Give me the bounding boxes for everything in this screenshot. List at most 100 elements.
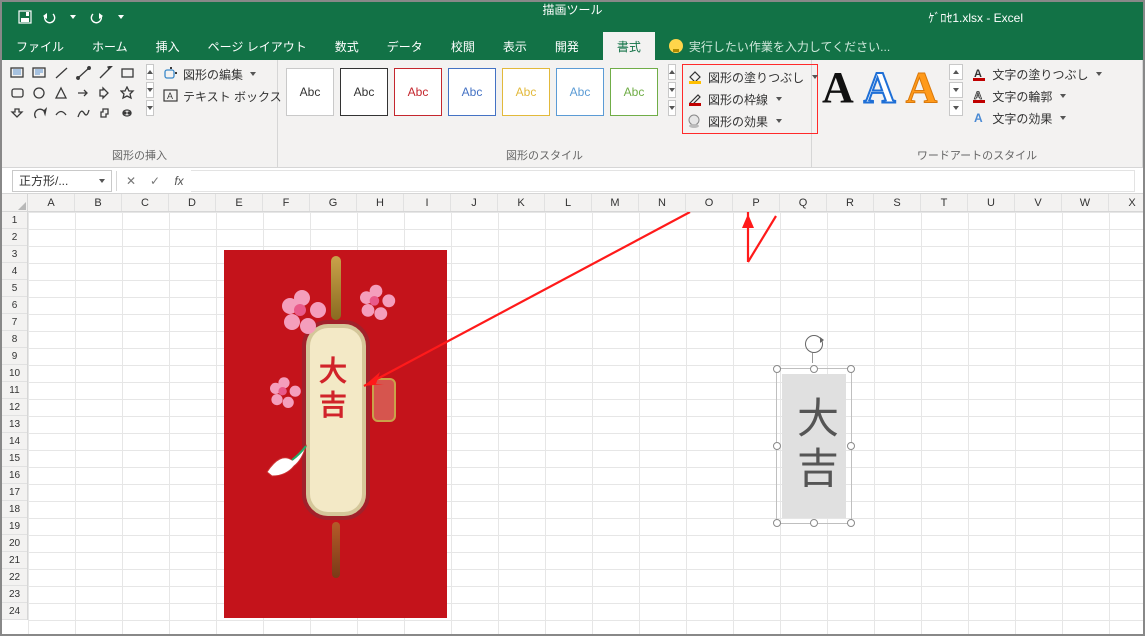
enter-button[interactable]: ✓ [143, 170, 167, 192]
undo-button[interactable] [38, 6, 60, 28]
row-header[interactable]: 13 [2, 416, 27, 433]
wordart-gallery-spinner[interactable] [949, 64, 963, 116]
tab-insert[interactable]: 挿入 [142, 32, 194, 60]
resize-handle[interactable] [773, 519, 781, 527]
resize-handle[interactable] [810, 365, 818, 373]
undo-more-button[interactable] [62, 6, 84, 28]
column-header[interactable]: R [827, 194, 874, 211]
name-box[interactable]: 正方形/... [12, 170, 112, 192]
style-preset-5[interactable]: Abc [502, 68, 550, 116]
resize-handle[interactable] [847, 519, 855, 527]
row-header[interactable]: 3 [2, 246, 27, 263]
column-header[interactable]: N [639, 194, 686, 211]
column-header[interactable]: T [921, 194, 968, 211]
wordart-preset-2[interactable]: A [864, 66, 896, 110]
style-preset-1[interactable]: Abc [286, 68, 334, 116]
column-header[interactable]: O [686, 194, 733, 211]
lantern-artwork[interactable]: 大吉 [224, 250, 447, 618]
tab-file[interactable]: ファイル [2, 32, 78, 60]
tab-page-layout[interactable]: ページ レイアウト [194, 32, 321, 60]
row-header[interactable]: 23 [2, 586, 27, 603]
shapes-gallery[interactable] [8, 64, 138, 122]
resize-handle[interactable] [773, 442, 781, 450]
text-effects-button[interactable]: A文字の効果 [969, 108, 1099, 128]
column-header[interactable]: H [357, 194, 404, 211]
column-header[interactable]: W [1062, 194, 1109, 211]
column-header[interactable]: V [1015, 194, 1062, 211]
row-header[interactable]: 14 [2, 433, 27, 450]
wordart-gallery[interactable]: A A A [818, 64, 941, 112]
column-header[interactable]: D [169, 194, 216, 211]
column-header[interactable]: M [592, 194, 639, 211]
row-header[interactable]: 21 [2, 552, 27, 569]
row-header[interactable]: 2 [2, 229, 27, 246]
resize-handle[interactable] [847, 442, 855, 450]
column-header[interactable]: C [122, 194, 169, 211]
text-box-button[interactable]: Aテキスト ボックス [160, 86, 298, 106]
row-headers[interactable]: 123456789101112131415161718192021222324 [2, 212, 28, 620]
rotate-handle[interactable] [805, 335, 823, 353]
row-header[interactable]: 17 [2, 484, 27, 501]
style-preset-6[interactable]: Abc [556, 68, 604, 116]
row-header[interactable]: 10 [2, 365, 27, 382]
wordart-preset-3[interactable]: A [906, 66, 938, 110]
shape-outline-button[interactable]: 図形の枠線 [685, 89, 815, 109]
tab-format[interactable]: 書式 [603, 32, 655, 60]
cells-area[interactable]: 大吉 大吉 [28, 212, 1143, 634]
style-preset-7[interactable]: Abc [610, 68, 658, 116]
column-header[interactable]: P [733, 194, 780, 211]
qat-customize-button[interactable] [110, 6, 132, 28]
row-header[interactable]: 20 [2, 535, 27, 552]
shape-fill-button[interactable]: 図形の塗りつぶし [685, 67, 815, 87]
shapes-gallery-spinner[interactable] [146, 64, 154, 116]
row-header[interactable]: 24 [2, 603, 27, 620]
style-gallery-spinner[interactable] [668, 64, 676, 116]
style-preset-3[interactable]: Abc [394, 68, 442, 116]
row-header[interactable]: 7 [2, 314, 27, 331]
tab-formulas[interactable]: 数式 [321, 32, 373, 60]
select-all-corner[interactable] [2, 194, 28, 212]
tab-review[interactable]: 校閲 [437, 32, 489, 60]
tab-developer[interactable]: 開発 [541, 32, 593, 60]
resize-handle[interactable] [810, 519, 818, 527]
column-header[interactable]: A [28, 194, 75, 211]
column-header[interactable]: I [404, 194, 451, 211]
row-header[interactable]: 16 [2, 467, 27, 484]
row-header[interactable]: 11 [2, 382, 27, 399]
column-header[interactable]: K [498, 194, 545, 211]
column-header[interactable]: U [968, 194, 1015, 211]
redo-button[interactable] [86, 6, 108, 28]
row-header[interactable]: 8 [2, 331, 27, 348]
shape-style-gallery[interactable]: Abc Abc Abc Abc Abc Abc Abc [284, 64, 660, 120]
column-header[interactable]: J [451, 194, 498, 211]
tab-view[interactable]: 表示 [489, 32, 541, 60]
shape-effects-button[interactable]: 図形の効果 [685, 111, 815, 131]
tell-me[interactable]: 実行したい作業を入力してください... [655, 32, 890, 60]
text-fill-button[interactable]: A文字の塗りつぶし [969, 64, 1099, 84]
save-button[interactable] [14, 6, 36, 28]
column-header[interactable]: S [874, 194, 921, 211]
text-outline-button[interactable]: A文字の輪郭 [969, 86, 1099, 106]
column-headers[interactable]: ABCDEFGHIJKLMNOPQRSTUVWX [28, 194, 1143, 212]
column-header[interactable]: Q [780, 194, 827, 211]
row-header[interactable]: 5 [2, 280, 27, 297]
column-header[interactable]: L [545, 194, 592, 211]
fx-button[interactable]: fx [167, 170, 191, 192]
row-header[interactable]: 22 [2, 569, 27, 586]
cancel-button[interactable]: ✕ [119, 170, 143, 192]
style-preset-4[interactable]: Abc [448, 68, 496, 116]
wordart-preset-1[interactable]: A [822, 66, 854, 110]
row-header[interactable]: 6 [2, 297, 27, 314]
row-header[interactable]: 4 [2, 263, 27, 280]
column-header[interactable]: F [263, 194, 310, 211]
column-header[interactable]: E [216, 194, 263, 211]
row-header[interactable]: 19 [2, 518, 27, 535]
resize-handle[interactable] [773, 365, 781, 373]
selected-text-shape[interactable]: 大吉 [782, 374, 846, 518]
row-header[interactable]: 15 [2, 450, 27, 467]
formula-input[interactable] [191, 170, 1135, 192]
row-header[interactable]: 9 [2, 348, 27, 365]
column-header[interactable]: X [1109, 194, 1143, 211]
row-header[interactable]: 1 [2, 212, 27, 229]
edit-shape-button[interactable]: 図形の編集 [160, 64, 298, 84]
